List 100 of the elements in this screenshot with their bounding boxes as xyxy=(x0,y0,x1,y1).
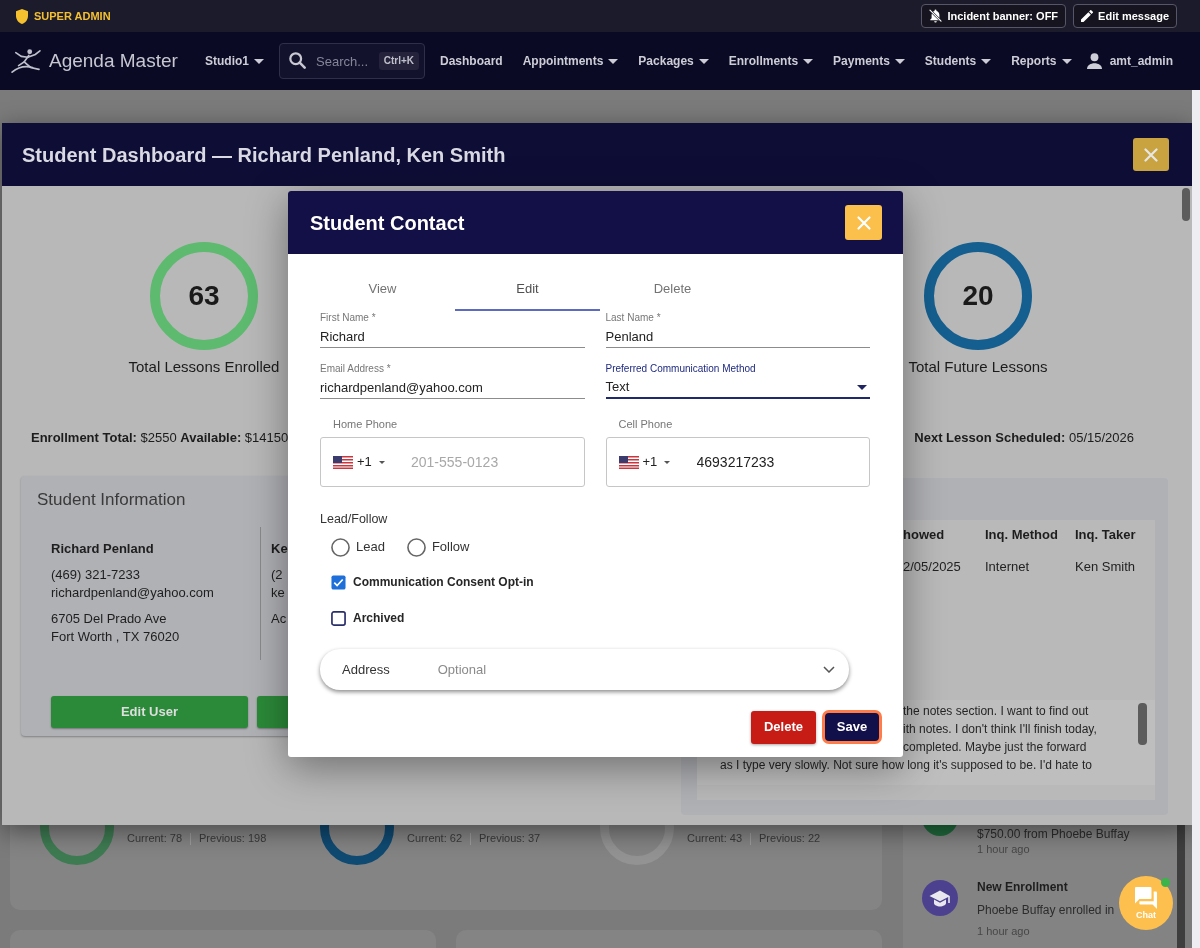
input-field[interactable]: Penland xyxy=(605,324,870,348)
tab[interactable]: View xyxy=(310,268,455,311)
nav-dropdown[interactable]: Appointments xyxy=(522,52,619,70)
dialog-title: Student Dashboard — Richard Penland, Ken Smith xyxy=(22,142,506,168)
checkbox[interactable] xyxy=(331,574,346,590)
stat-value: 20 xyxy=(962,279,994,313)
nav-dropdown[interactable]: Payments xyxy=(833,52,905,70)
brand-name[interactable]: Agenda Master xyxy=(49,46,178,76)
dropdown-select[interactable]: Text xyxy=(605,375,870,399)
activity-text: $750.00 from Phoebe Buffay xyxy=(977,827,1130,841)
phone-field[interactable]: +1 4693217233 xyxy=(605,437,870,487)
edit-message-button[interactable]: Edit message xyxy=(1073,4,1177,28)
current-count: Current: 78 xyxy=(127,832,183,845)
nav-dropdown[interactable]: Reports xyxy=(1011,52,1072,70)
input-field[interactable]: Richard xyxy=(320,324,585,348)
checkbox[interactable] xyxy=(331,610,346,626)
previous-count: Previous: 22 xyxy=(759,832,821,845)
current-count: Current: 62 xyxy=(407,832,463,845)
optional-hint: Optional xyxy=(437,660,487,679)
table-cell-text: Ken Smith xyxy=(1075,558,1136,576)
nav-link[interactable]: Dashboard xyxy=(440,52,503,70)
phone-number: (2 xyxy=(271,566,283,584)
flag-icon xyxy=(333,455,353,469)
activity-title: New Enrollment xyxy=(977,880,1069,894)
input-field[interactable]: richardpenland@yahoo.com xyxy=(320,375,585,399)
caret-icon xyxy=(857,384,867,390)
table-cell-text: Internet xyxy=(985,558,1031,576)
graduation-cap-icon xyxy=(922,880,958,916)
user-icon xyxy=(1086,53,1102,69)
email-address: richardpenland@yahoo.com xyxy=(51,584,214,602)
checkbox-label: Communication Consent Opt-in xyxy=(353,574,534,591)
field-label: Email Address * xyxy=(320,363,391,375)
column-header: Inq. Method xyxy=(985,526,1059,544)
country-select[interactable]: +1 xyxy=(321,438,409,486)
email-address: ke xyxy=(271,584,285,602)
nav-dropdown[interactable]: Enrollments xyxy=(728,52,814,70)
save-button[interactable]: Save xyxy=(822,710,882,744)
column-header: Inq. Taker xyxy=(1075,526,1137,544)
radio-label: Follow xyxy=(431,538,470,557)
table-cell-text: 2/05/2025 xyxy=(903,558,962,576)
phone-field[interactable]: +1 201-555-0123 xyxy=(320,437,585,487)
close-icon xyxy=(856,215,871,230)
pencil-icon xyxy=(1081,10,1094,22)
scrollbar-thumb xyxy=(1182,188,1190,221)
field-label: First Name * xyxy=(320,312,376,324)
scrollbar-thumb xyxy=(1138,703,1147,745)
chevron-down-icon xyxy=(823,666,835,673)
nav-dropdown[interactable]: Students xyxy=(924,52,992,70)
field-label: Home Phone xyxy=(333,418,398,431)
radio-button[interactable] xyxy=(406,537,426,557)
user-menu[interactable]: amt_admin xyxy=(1086,52,1173,70)
shortcut-hint: Ctrl+K xyxy=(378,52,419,70)
search-icon xyxy=(289,52,306,69)
notes-line: as I type very slowly. Not sure how long it's supposed to be. I'd hate to xyxy=(720,757,1092,774)
student-name: Richard Penland xyxy=(51,540,154,558)
stat-label: Total Future Lessons xyxy=(908,358,1048,376)
caret-icon xyxy=(664,460,671,464)
activity-time: 1 hour ago xyxy=(977,924,1031,938)
checkbox-label: Archived xyxy=(353,610,405,627)
close-icon xyxy=(1144,147,1158,162)
flag-icon xyxy=(618,455,639,469)
activity-time: 1 hour ago xyxy=(977,842,1031,856)
student-name: Ke xyxy=(271,540,288,558)
stat-value: 63 xyxy=(188,279,220,313)
address-line: Ac xyxy=(271,610,287,628)
radio-button[interactable] xyxy=(331,537,350,557)
chat-icon xyxy=(1135,886,1157,909)
delete-button[interactable]: Delete xyxy=(751,710,816,744)
dancer-icon xyxy=(10,48,42,74)
bell-off-icon xyxy=(929,9,943,23)
current-count: Current: 43 xyxy=(687,832,743,845)
activity-text: Phoebe Buffay enrolled in xyxy=(977,903,1115,917)
address-line: 6705 Del Prado Ave xyxy=(51,610,167,628)
card-title: Student Information xyxy=(37,490,186,510)
address-line: Fort Worth , TX 76020 xyxy=(51,628,180,646)
radio-label: Lead xyxy=(356,538,385,557)
column-header: howed xyxy=(903,526,946,544)
caret-icon xyxy=(378,460,385,464)
phone-number: (469) 321-7233 xyxy=(51,566,140,584)
next-lesson: Next Lesson Scheduled: 05/15/2026 xyxy=(914,430,1134,446)
field-label: Last Name * xyxy=(605,312,661,324)
field-label: Cell Phone xyxy=(618,418,673,431)
notes-line: the notes section. I want to find out xyxy=(903,703,1089,720)
previous-count: Previous: 37 xyxy=(479,832,541,845)
shield-icon xyxy=(16,8,28,24)
notes-line: completed. Maybe just the forward xyxy=(903,739,1087,756)
role-label: SUPER ADMIN xyxy=(34,8,111,24)
field-label: Preferred Communication Method xyxy=(605,363,756,375)
studio-dropdown[interactable]: Studio1 xyxy=(205,52,264,70)
notes-line: ith notes. I don't think I'll finish today, xyxy=(903,721,1097,738)
country-select[interactable]: +1 xyxy=(606,438,695,486)
incident-banner-button[interactable]: Incident banner: OFF xyxy=(921,4,1067,28)
tab[interactable]: Delete xyxy=(600,268,745,311)
nav-dropdown[interactable]: Packages xyxy=(638,52,709,70)
tab[interactable]: Edit xyxy=(455,268,600,311)
enrollment-summary: Enrollment Total: $2550 Available: $14150 xyxy=(31,430,289,446)
previous-count: Previous: 198 xyxy=(199,832,267,845)
address-accordion[interactable]: Address Optional xyxy=(320,649,849,690)
stat-label: Total Lessons Enrolled xyxy=(128,358,280,376)
group-label: Lead/Follow xyxy=(320,511,388,527)
